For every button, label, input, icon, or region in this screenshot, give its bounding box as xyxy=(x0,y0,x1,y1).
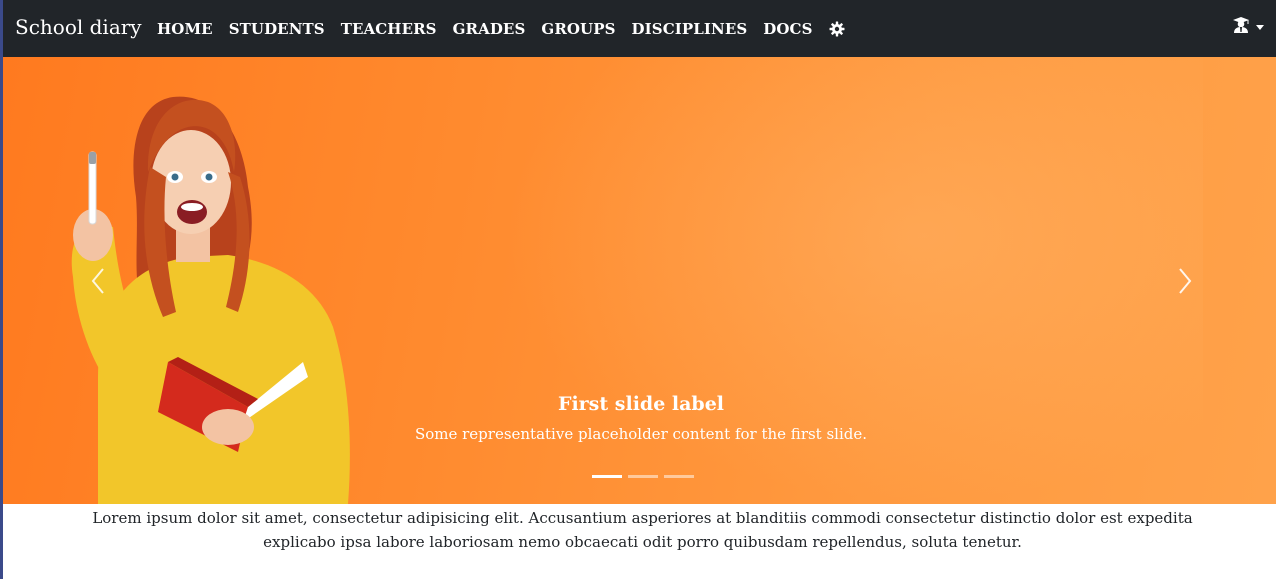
nav-link-grades[interactable]: GRADES xyxy=(453,20,526,38)
gear-icon[interactable] xyxy=(829,21,845,37)
slide-indicator-3[interactable] xyxy=(664,475,694,478)
slide-caption-text: Some representative placeholder content … xyxy=(414,425,868,443)
top-navbar: School diary HOME STUDENTS TEACHERS GRAD… xyxy=(0,0,1276,57)
nav-link-groups[interactable]: GROUPS xyxy=(541,20,615,38)
nav-link-students[interactable]: STUDENTS xyxy=(229,20,325,38)
window-left-edge xyxy=(0,0,3,579)
slide-indicator-2[interactable] xyxy=(628,475,658,478)
hero-carousel: First slide label Some representative pl… xyxy=(3,57,1276,504)
carousel-indicators xyxy=(592,475,694,478)
user-menu-toggle[interactable] xyxy=(1232,16,1264,38)
slide-indicator-1[interactable] xyxy=(592,475,622,478)
intro-paragraph: Lorem ipsum dolor sit amet, consectetur … xyxy=(92,509,1193,551)
nav-link-disciplines[interactable]: DISCIPLINES xyxy=(632,20,748,38)
slide-caption: First slide label Some representative pl… xyxy=(3,393,1276,443)
graduate-user-icon xyxy=(1232,16,1250,38)
brand-link[interactable]: School diary xyxy=(15,15,142,39)
caret-down-icon xyxy=(1256,24,1264,30)
nav-link-teachers[interactable]: TEACHERS xyxy=(341,20,437,38)
chevron-left-icon[interactable] xyxy=(91,267,105,299)
nav-link-home[interactable]: HOME xyxy=(157,20,213,38)
nav-link-docs[interactable]: DOCS xyxy=(763,20,812,38)
chevron-right-icon[interactable] xyxy=(1178,267,1192,299)
nav-links: HOME STUDENTS TEACHERS GRADES GROUPS DIS… xyxy=(157,0,845,57)
slide-caption-title: First slide label xyxy=(557,393,725,415)
